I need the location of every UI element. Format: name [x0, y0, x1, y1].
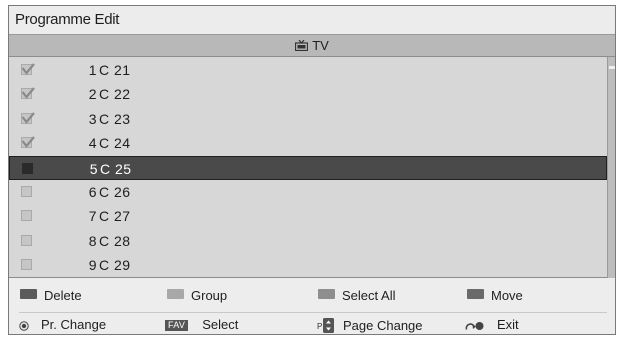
list-item[interactable]: 3C 23 — [9, 107, 607, 131]
programme-name: C 29 — [99, 257, 131, 273]
delete-button[interactable]: Delete — [20, 289, 82, 303]
programme-name: C 22 — [99, 86, 131, 102]
list-item[interactable]: 2C 22 — [9, 82, 607, 106]
programme-number: 1 — [88, 62, 97, 78]
pr-change-label: Pr. Change — [41, 317, 107, 332]
programme-number: 9 — [88, 257, 97, 273]
scrollbar-thumb[interactable] — [609, 66, 615, 69]
select-all-button[interactable]: Select All — [318, 289, 395, 303]
checkmark-icon — [21, 63, 35, 75]
programme-number: 3 — [88, 111, 97, 127]
checkbox[interactable] — [21, 259, 32, 270]
select-hint[interactable]: FAV Select — [165, 318, 238, 332]
programme-name: C 28 — [99, 233, 131, 249]
checkbox-checked[interactable] — [21, 63, 35, 75]
return-icon — [465, 320, 485, 334]
programme-number: 6 — [88, 184, 97, 200]
blue-key-icon — [467, 289, 484, 299]
yellow-key-icon — [318, 289, 335, 299]
programme-number: 7 — [88, 208, 97, 224]
checkbox-checked[interactable] — [21, 136, 35, 148]
green-key-icon — [167, 289, 184, 299]
checkmark-icon — [21, 136, 35, 148]
checkmark-icon — [21, 112, 35, 124]
programme-name: C 21 — [99, 62, 131, 78]
programme-edit-window: Programme Edit TV 1C 21 2 C 22 3 C 23 4 C 24 5 C… — [8, 5, 616, 335]
move-button[interactable]: Move — [467, 289, 523, 303]
hint-bar: Pr. Change FAV Select P Page Change Exit — [9, 313, 615, 334]
list-item[interactable]: 9C 29 — [9, 253, 607, 277]
checkbox-checked[interactable] — [21, 87, 35, 99]
list-header: TV — [9, 35, 615, 57]
svg-text:P: P — [317, 322, 322, 331]
programme-name: C 23 — [99, 111, 131, 127]
exit-label: Exit — [497, 317, 519, 332]
tv-icon — [295, 36, 309, 57]
ok-icon — [19, 320, 29, 334]
list-item[interactable]: 7C 27 — [9, 204, 607, 228]
programme-number: 5 — [89, 161, 98, 177]
programme-name: C 26 — [99, 184, 131, 200]
list-item[interactable]: 8C 28 — [9, 229, 607, 253]
programme-name: C 24 — [99, 135, 131, 151]
channel-list[interactable]: 1C 21 2 C 22 3 C 23 4 C 24 5 C 25 6 C 26 7 C 27 8 C 28… — [9, 57, 607, 278]
list-item[interactable]: 1C 21 — [9, 58, 607, 82]
checkbox[interactable] — [21, 186, 32, 197]
list-item[interactable]: 5C 25 — [9, 156, 607, 180]
fav-icon: FAV — [165, 320, 189, 331]
group-button[interactable]: Group — [167, 289, 227, 303]
select-all-label: Select All — [342, 288, 396, 303]
group-label: Group — [191, 288, 228, 303]
checkbox[interactable] — [21, 235, 32, 246]
select-label: Select — [202, 317, 239, 332]
list-header-label: TV — [312, 38, 329, 53]
move-label: Move — [491, 288, 523, 303]
list-item[interactable]: 6C 26 — [9, 180, 607, 204]
color-button-bar: Delete Group Select All Move — [9, 279, 615, 312]
programme-name: C 27 — [99, 208, 131, 224]
checkbox[interactable] — [21, 210, 32, 221]
checkbox[interactable] — [22, 163, 33, 174]
checkbox-checked[interactable] — [21, 112, 35, 124]
window-title: Programme Edit — [9, 6, 615, 35]
checkmark-icon — [21, 87, 35, 99]
page-change-label: Page Change — [343, 318, 423, 333]
programme-number: 8 — [88, 233, 97, 249]
delete-label: Delete — [44, 288, 82, 303]
red-key-icon — [20, 289, 37, 299]
programme-number: 2 — [88, 86, 97, 102]
pr-change-hint[interactable]: Pr. Change — [19, 318, 106, 332]
exit-hint[interactable]: Exit — [465, 318, 519, 332]
list-item[interactable]: 4C 24 — [9, 131, 607, 155]
page-up-down-icon: P — [317, 318, 335, 334]
programme-name: C 25 — [100, 161, 132, 177]
page-change-hint[interactable]: P Page Change — [317, 318, 423, 334]
programme-number: 4 — [88, 135, 97, 151]
scrollbar[interactable] — [607, 57, 615, 278]
